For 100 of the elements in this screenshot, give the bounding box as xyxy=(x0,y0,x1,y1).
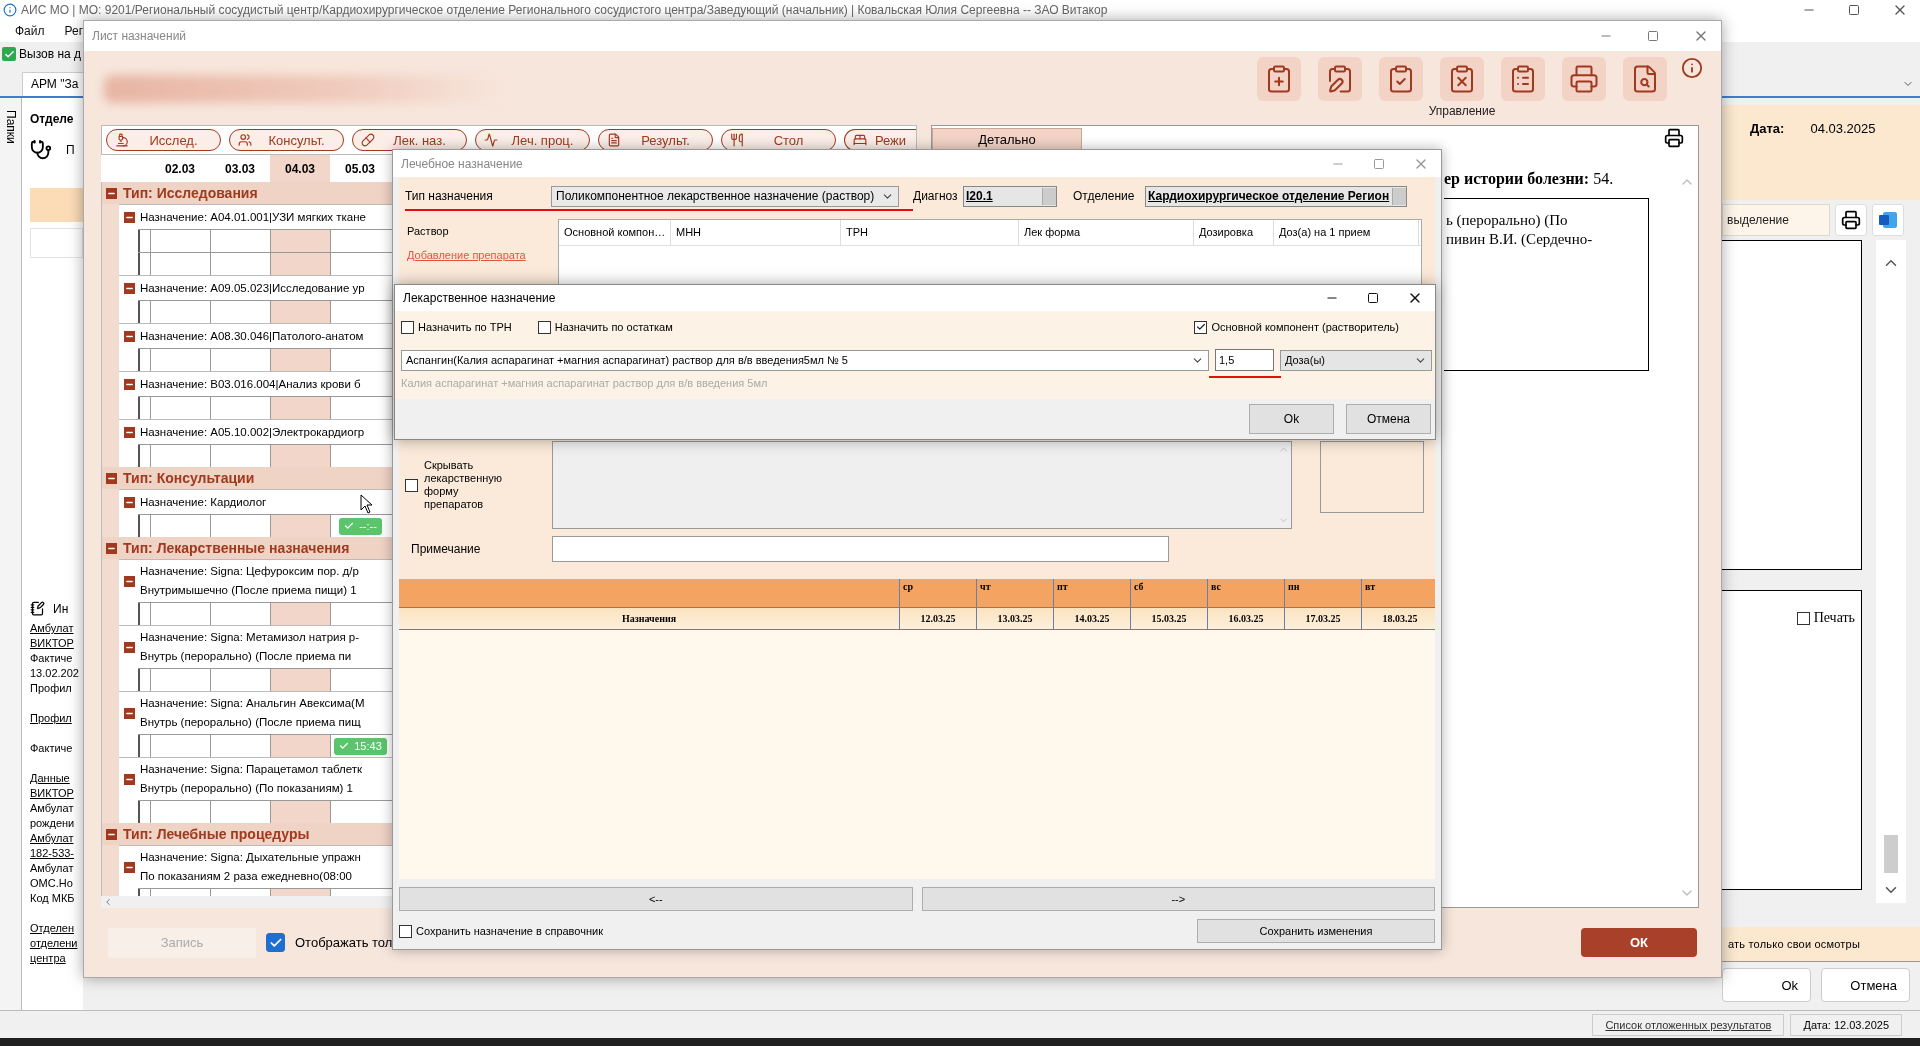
unit-dropdown[interactable]: Доза(ы) xyxy=(1280,349,1432,371)
checkbox[interactable] xyxy=(399,924,412,938)
clipboard-list-button[interactable] xyxy=(1501,57,1545,101)
dose-field[interactable]: 1,5 xyxy=(1215,349,1274,371)
print-checkbox[interactable]: Печать xyxy=(1796,609,1855,627)
column-header[interactable]: Доз(а) на 1 прием xyxy=(1274,220,1419,245)
info-text: Фактиче xyxy=(30,651,74,666)
category-tab[interactable]: Консульт. xyxy=(229,129,344,151)
menu-item[interactable]: Файл xyxy=(15,24,45,38)
category-tab[interactable]: Лек. наз. xyxy=(352,129,467,151)
note-field[interactable] xyxy=(552,536,1169,562)
group-header[interactable]: Тип: Лечебные процедуры xyxy=(102,823,393,845)
collapse-icon[interactable] xyxy=(124,426,135,438)
category-tab[interactable]: Исслед. xyxy=(106,129,221,151)
collapse-icon[interactable] xyxy=(106,187,117,199)
printer-icon xyxy=(1569,64,1599,94)
collapse-icon[interactable] xyxy=(106,472,117,484)
group-header[interactable]: Тип: Консультации xyxy=(102,467,393,489)
drug-dropdown[interactable]: Аспангин(Калия аспарагинат +магния аспарагинат) раствор для в/в введения5мл № 5 xyxy=(401,349,1209,371)
info-link[interactable]: ВИКТОР xyxy=(30,786,83,801)
collapse-icon[interactable] xyxy=(124,496,135,508)
info-link[interactable]: Профил xyxy=(30,711,83,726)
clipboard-pen-button[interactable] xyxy=(1318,57,1362,101)
group-header[interactable]: Тип: Исследования xyxy=(102,182,393,204)
collapse-icon[interactable] xyxy=(124,575,135,587)
cancel-button[interactable]: Отмена xyxy=(1821,968,1910,1002)
category-tab[interactable]: Стол xyxy=(721,129,836,151)
column-header[interactable]: МНН xyxy=(671,220,841,245)
scrollbar[interactable] xyxy=(1876,240,1906,903)
clipboard-plus-button[interactable] xyxy=(1257,57,1301,101)
info-button[interactable] xyxy=(1681,57,1703,79)
collapse-icon[interactable] xyxy=(124,773,135,785)
prev-button[interactable]: <-- xyxy=(399,887,913,911)
horizontal-scrollbar[interactable] xyxy=(101,896,393,908)
menu-item[interactable]: Рег xyxy=(64,24,84,38)
column-header[interactable]: Основной компон… xyxy=(559,220,671,245)
side-tab[interactable]: Папки xyxy=(3,110,18,150)
checkbox[interactable] xyxy=(405,478,418,492)
checkbox[interactable] xyxy=(1194,320,1208,334)
column-header[interactable]: ТРН xyxy=(841,220,1019,245)
info-link[interactable]: Амбулат xyxy=(30,621,83,636)
checkbox-label: Основной компонент (растворитель) xyxy=(1211,321,1399,333)
info-link[interactable]: Отделен xyxy=(30,921,83,936)
info-link[interactable]: Данные xyxy=(30,771,83,786)
window-title: Лечебное назначение xyxy=(401,156,523,171)
collapse-icon[interactable] xyxy=(124,282,135,294)
panel-button[interactable]: П xyxy=(66,143,75,157)
collapse-icon[interactable] xyxy=(124,707,135,719)
info-link[interactable]: ВИКТОР xyxy=(30,636,83,651)
ok-button[interactable]: Ok xyxy=(1722,968,1811,1002)
date-header[interactable]: 04.03 xyxy=(270,155,330,182)
category-tab[interactable]: Леч. проц. xyxy=(475,129,590,151)
printer-button[interactable] xyxy=(1562,57,1606,101)
collapse-icon[interactable] xyxy=(106,828,117,840)
selection-button[interactable]: выделение xyxy=(1722,204,1830,236)
checkbox[interactable] xyxy=(266,933,285,952)
field-label: Раствор xyxy=(407,225,450,237)
info-text: ОМС.Но xyxy=(30,876,74,891)
scroll-thumb[interactable] xyxy=(1884,835,1898,873)
collapse-icon[interactable] xyxy=(124,330,135,342)
collapse-icon[interactable] xyxy=(124,211,135,223)
clipboard-x-button[interactable] xyxy=(1440,57,1484,101)
group-header[interactable]: Тип: Лекарственные назначения xyxy=(102,537,393,559)
collapse-icon[interactable] xyxy=(124,641,135,653)
checkbox[interactable] xyxy=(537,320,551,334)
info-link[interactable]: центра xyxy=(30,951,83,966)
save-button[interactable]: Сохранить изменения xyxy=(1197,919,1435,943)
info-link[interactable]: 182-533- xyxy=(30,846,83,861)
checkbox[interactable] xyxy=(401,320,414,334)
date-value: 04.03.2025 xyxy=(1810,121,1876,138)
detail-tab[interactable]: Детально xyxy=(932,128,1082,150)
info-text: рождени xyxy=(30,816,76,831)
category-tab[interactable]: Результ. xyxy=(598,129,713,151)
date-label: 15.03.25 xyxy=(1151,613,1187,624)
checkbox-label: Отображать тол xyxy=(295,935,393,950)
column-header[interactable]: Дозировка xyxy=(1194,220,1274,245)
ok-button[interactable]: Ok xyxy=(1249,404,1334,434)
file-search-button[interactable] xyxy=(1623,57,1667,101)
toolbar-item[interactable]: Вызов на д xyxy=(19,47,81,61)
info-link[interactable]: отделени xyxy=(30,936,83,951)
printer-icon[interactable] xyxy=(1664,128,1684,148)
collapse-icon[interactable] xyxy=(106,542,117,554)
diagnosis-field[interactable]: I20.1 xyxy=(963,185,1057,207)
collapse-icon[interactable] xyxy=(124,861,135,873)
maximize-icon[interactable] xyxy=(1367,292,1379,304)
maximize-icon[interactable] xyxy=(1848,4,1860,16)
column-header[interactable]: Лек форма xyxy=(1019,220,1194,245)
info-link[interactable]: Амбулат xyxy=(30,831,83,846)
type-dropdown[interactable]: Поликомпонентное лекарственное назначение (раствор) xyxy=(551,185,899,207)
word-export-button[interactable] xyxy=(1872,204,1904,236)
next-button[interactable]: --> xyxy=(921,887,1435,911)
clipboard-check-button[interactable] xyxy=(1379,57,1423,101)
print-button[interactable] xyxy=(1835,204,1867,236)
category-tab[interactable]: Режи xyxy=(844,129,916,151)
department-field[interactable]: Кардиохирургическое отделение Регион xyxy=(1145,185,1407,207)
date-label: 16.03.25 xyxy=(1228,613,1264,624)
ok-button[interactable]: ОК xyxy=(1581,928,1697,957)
assignment-text: Назначение: A09.05.023|Исследование ур xyxy=(140,280,365,296)
cancel-button[interactable]: Отмена xyxy=(1346,404,1431,434)
collapse-icon[interactable] xyxy=(124,378,135,390)
